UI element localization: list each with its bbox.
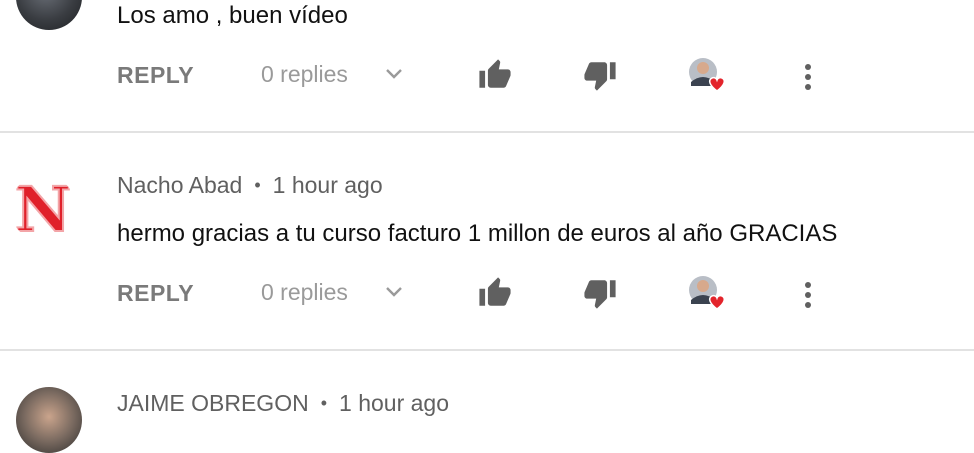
avatar[interactable]	[16, 0, 82, 30]
separator-dot: •	[320, 393, 328, 413]
separator-dot: •	[254, 175, 261, 195]
avatar-letter-graphic: N	[14, 175, 73, 241]
replies-toggle[interactable]: 0 replies	[261, 61, 348, 88]
creator-heart-icon[interactable]	[687, 56, 727, 94]
comment-meta: JAIME OBREGON • 1 hour ago	[117, 390, 449, 417]
avatar[interactable]: N	[10, 175, 76, 241]
reply-button[interactable]: REPLY	[117, 280, 194, 307]
comment-actions: REPLY 0 replies	[0, 272, 974, 316]
author-name[interactable]: JAIME OBREGON	[117, 390, 309, 416]
creator-heart-icon[interactable]	[687, 274, 727, 312]
reply-button[interactable]: REPLY	[117, 62, 194, 89]
replies-toggle[interactable]: 0 replies	[261, 279, 348, 306]
author-name[interactable]: Nacho Abad	[117, 172, 242, 198]
thumbs-down-icon[interactable]	[582, 276, 618, 315]
comment-meta: Nacho Abad • 1 hour ago	[117, 172, 383, 199]
comment-text: Los amo , buen vídeo	[117, 2, 348, 29]
comment-actions: REPLY 0 replies	[0, 54, 974, 98]
divider	[0, 349, 974, 351]
more-vert-icon[interactable]	[797, 57, 819, 95]
timestamp[interactable]: 1 hour ago	[339, 390, 449, 416]
more-vert-icon[interactable]	[797, 275, 819, 313]
chevron-down-icon[interactable]	[384, 64, 404, 89]
avatar-letter: N	[15, 175, 72, 241]
chevron-down-icon[interactable]	[384, 282, 404, 307]
thumbs-up-icon[interactable]	[477, 58, 513, 97]
thumbs-down-icon[interactable]	[582, 58, 618, 97]
divider	[0, 131, 974, 133]
thumbs-up-icon[interactable]	[477, 276, 513, 315]
comment-text: hermo gracias a tu curso facturo 1 millo…	[117, 220, 838, 247]
timestamp[interactable]: 1 hour ago	[273, 172, 383, 198]
avatar[interactable]	[16, 387, 82, 453]
